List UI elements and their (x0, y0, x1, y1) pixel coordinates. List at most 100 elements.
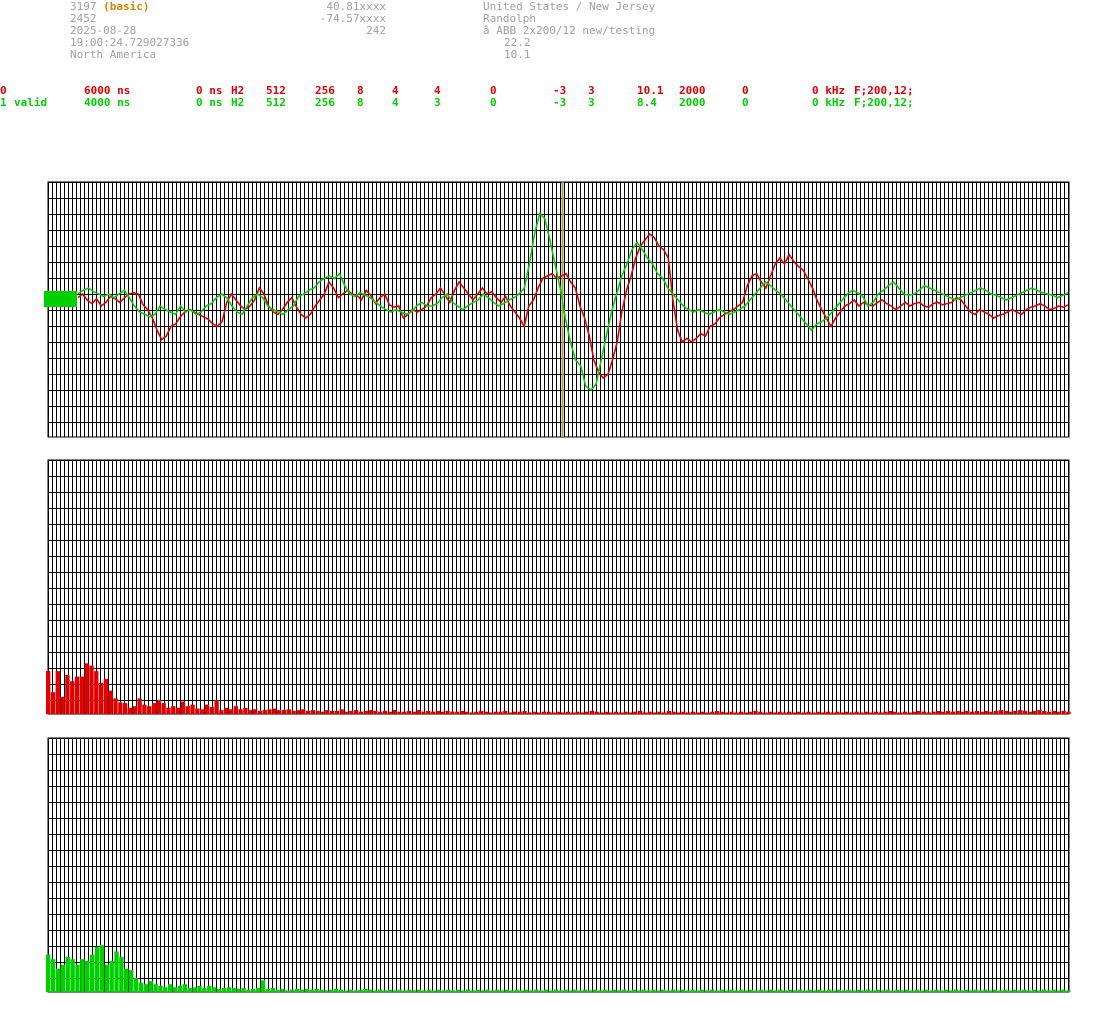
spectrum-bar (992, 989, 998, 992)
spectrum-bar (763, 990, 768, 992)
spectrum-bar (358, 989, 363, 992)
spectrum-bar (844, 711, 850, 714)
spectrum-bar (836, 989, 842, 992)
spectrum-bar (304, 988, 310, 992)
spectrum-bar (431, 990, 436, 992)
spectrum-bar (397, 711, 402, 714)
spectrum-bar (846, 989, 851, 992)
spectrum-bar (257, 710, 263, 714)
spectrum-bar (192, 987, 197, 992)
spectrum-bar (979, 711, 984, 714)
spectrum-bar (305, 710, 311, 714)
spectrum-bar (226, 987, 231, 992)
spectrum-bar (451, 990, 456, 992)
spectrum-bar (46, 671, 51, 714)
plot-frame (47, 737, 1070, 993)
spectrum-bar (734, 712, 739, 714)
spectrum-bar (695, 712, 700, 714)
spectrum-bar (748, 711, 753, 714)
spectrum-bar (475, 989, 480, 992)
spectrum-bar (729, 711, 734, 714)
spectrum-bar (748, 989, 754, 992)
spectrum-bar (50, 959, 56, 992)
spectrum-bar (890, 990, 895, 992)
spectrum-bar (623, 711, 628, 714)
spectrum-bar (202, 988, 207, 992)
spectrum-bar (1032, 710, 1037, 714)
spectrum-bar (642, 712, 648, 714)
spectrum-bar (60, 696, 65, 714)
spectrum-bar (1036, 990, 1042, 992)
spectrum-bar (407, 989, 412, 992)
spectrum-bar (888, 710, 893, 714)
spectrum-bar (796, 711, 802, 714)
spectrum-bar (1061, 989, 1066, 992)
spectrum-bar (270, 988, 275, 992)
spectrum-bar (70, 681, 75, 714)
spectrum-bar (953, 989, 959, 992)
spectrum-bar (912, 711, 917, 714)
spectrum-bar (252, 709, 258, 714)
spectrum-bar (543, 989, 549, 992)
spectrum-green-panel (46, 737, 1071, 993)
spectrum-bar (119, 956, 124, 992)
spectrum-bar (296, 710, 301, 714)
spectrum-bar (98, 682, 104, 714)
spectrum-bar (406, 710, 412, 714)
spectrum-bar (190, 704, 195, 714)
spectrum-bar (802, 990, 807, 992)
spectrum-bar (854, 711, 859, 714)
spectrum-bar (233, 706, 239, 714)
spectrum-bar (524, 989, 529, 992)
spectrum-bar (216, 988, 222, 992)
spectrum-bar (490, 990, 495, 992)
spectrum-bar (177, 985, 183, 992)
spectrum-bar (637, 710, 643, 714)
spectrum-bar (171, 706, 176, 714)
spectrum-bar (294, 988, 300, 992)
spectrum-bar (651, 989, 656, 992)
spectrum-bar (527, 712, 532, 714)
spectrum-bar (421, 990, 427, 992)
spectrum-bar (94, 946, 100, 992)
spectrum-bar (459, 710, 465, 714)
spectrum-bar (705, 712, 710, 714)
spectrum-bar (575, 711, 580, 714)
spectrum-bar (801, 712, 806, 714)
spectrum-bar (246, 989, 251, 992)
spectrum-bar (612, 989, 617, 992)
spectrum-bar (483, 711, 489, 714)
spectrum-bar (892, 711, 898, 714)
spectrum-bar (758, 989, 764, 992)
spectrum-bar (820, 712, 826, 714)
spectrum-bar (185, 706, 190, 714)
spectrum-bar (647, 711, 652, 714)
spectrum-bar (529, 990, 534, 992)
spectrum-bar (460, 990, 466, 992)
spectrum-bar (310, 710, 315, 714)
spectrum-bar (989, 711, 994, 714)
spectrum-bar (474, 711, 479, 714)
spectrum-bar (290, 989, 295, 992)
spectrum-bar (512, 711, 518, 714)
spectrum-bar (870, 990, 876, 992)
spectrum-bar (657, 711, 662, 714)
spectrum-bar (430, 711, 436, 714)
start-marker (44, 291, 77, 307)
spectrum-bar (812, 990, 817, 992)
spectrum-bar (211, 987, 217, 992)
spectrum-bar (778, 989, 783, 992)
spectrum-bar (618, 712, 623, 714)
spectrum-bar (1007, 990, 1012, 992)
spectrum-bar (1013, 710, 1018, 714)
spectrum-bar (719, 711, 725, 714)
spectrum-bar (108, 690, 113, 714)
spectrum-bar (714, 710, 720, 714)
spectrum-bar (885, 989, 890, 992)
spectrum-bar (710, 711, 715, 714)
spectrum-bar (681, 711, 686, 714)
spectrum-bar (656, 990, 661, 992)
spectrum-bar (739, 989, 744, 992)
spectrum-bar (329, 989, 334, 992)
spectrum-bar (272, 708, 277, 714)
